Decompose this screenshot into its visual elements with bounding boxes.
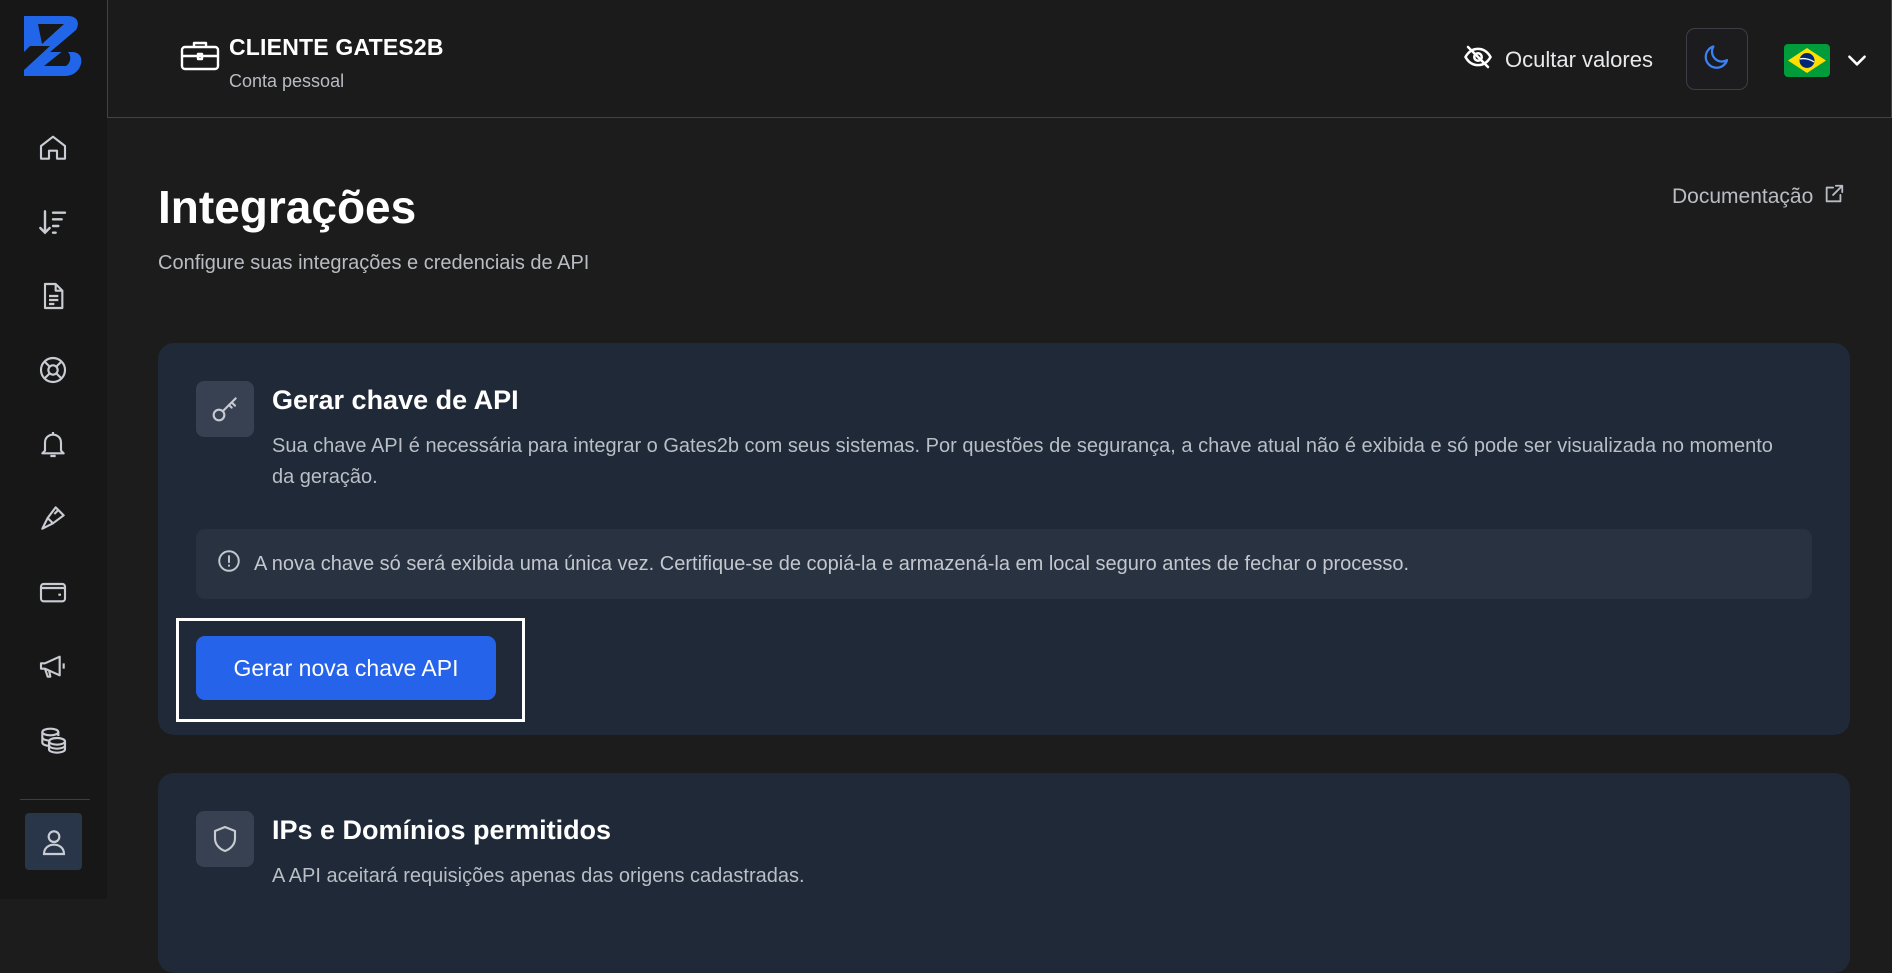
api-key-card-title: Gerar chave de API xyxy=(272,385,519,415)
api-key-warning-text: A nova chave só será exibida uma única v… xyxy=(254,552,1410,575)
key-icon xyxy=(196,381,254,437)
document-icon[interactable] xyxy=(33,276,73,316)
highlight-box xyxy=(176,618,525,722)
documentation-label: Documentação xyxy=(1672,185,1814,208)
topbar: CLIENTE GATES2B Conta pessoal Ocultar va… xyxy=(107,0,1892,118)
client-name: CLIENTE GATES2B xyxy=(229,34,444,60)
brazil-flag xyxy=(1784,43,1830,77)
api-key-warning: A nova chave só será exibida uma única v… xyxy=(196,529,1812,599)
hide-values-label: Ocultar valores xyxy=(1505,47,1653,72)
brush-icon[interactable] xyxy=(33,498,73,538)
sort-transactions-icon[interactable] xyxy=(33,202,73,242)
allowed-origins-card: IPs e Domínios permitidos A API aceitará… xyxy=(158,773,1850,973)
page-title: Integrações xyxy=(158,181,417,233)
sidebar xyxy=(0,0,107,899)
moon-icon xyxy=(1702,42,1732,77)
client-subtitle: Conta pessoal xyxy=(229,71,345,91)
theme-toggle-button[interactable] xyxy=(1686,28,1748,90)
gates2b-logo[interactable] xyxy=(20,12,84,78)
hide-values-button[interactable]: Ocultar valores xyxy=(1463,44,1653,76)
api-key-card-description: Sua chave API é necessária para integrar… xyxy=(272,435,1773,488)
page-subtitle: Configure suas integrações e credenciais… xyxy=(158,252,590,274)
external-link-icon xyxy=(1823,183,1845,211)
sidebar-divider xyxy=(20,799,90,800)
language-selector[interactable] xyxy=(1784,43,1870,77)
info-icon xyxy=(216,548,242,580)
integrations-icon[interactable] xyxy=(33,350,73,390)
megaphone-icon[interactable] xyxy=(33,646,73,686)
user-icon[interactable] xyxy=(25,813,82,870)
wallet-icon[interactable] xyxy=(33,572,73,612)
allowed-origins-description: A API aceitará requisições apenas das or… xyxy=(272,865,805,887)
shield-icon xyxy=(196,811,254,867)
documentation-link[interactable]: Documentação xyxy=(1672,183,1845,211)
chevron-down-icon xyxy=(1844,47,1870,73)
allowed-origins-title: IPs e Domínios permitidos xyxy=(272,815,612,845)
eye-off-icon xyxy=(1463,42,1493,78)
bell-icon[interactable] xyxy=(33,424,73,464)
briefcase-icon xyxy=(179,38,221,72)
coins-icon[interactable] xyxy=(33,720,73,760)
home-icon[interactable] xyxy=(33,128,73,168)
